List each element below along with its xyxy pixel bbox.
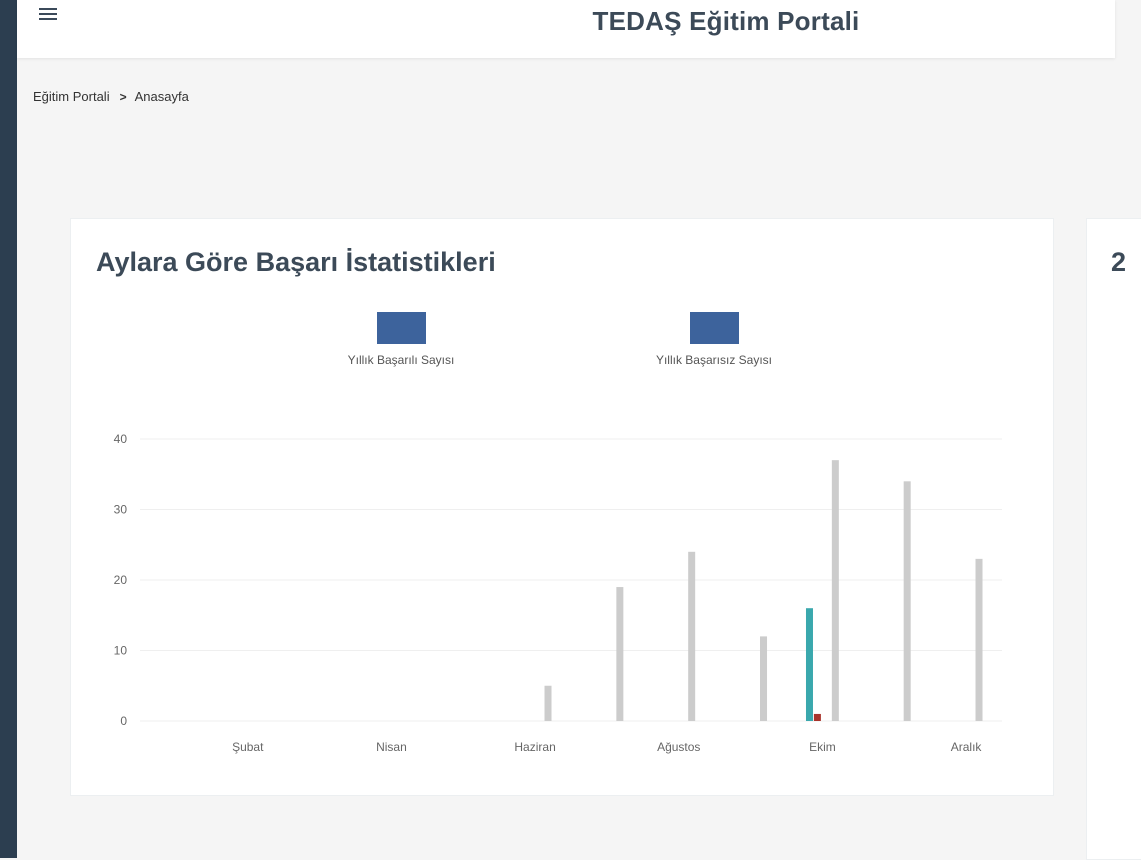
x-tick-label: Ekim <box>809 740 836 754</box>
breadcrumb-current: Anasayfa <box>134 89 189 104</box>
x-tick-label: Ağustos <box>657 740 700 754</box>
x-tick-label: Şubat <box>232 740 264 754</box>
breadcrumb-root-link[interactable]: Eğitim Portali <box>33 89 110 104</box>
sidebar-strip <box>0 0 17 700</box>
sidebar-strip-lower <box>0 700 17 858</box>
secondary-card: 2 <box>1086 218 1141 860</box>
bar <box>813 713 821 721</box>
breadcrumb-separator-icon: > <box>119 90 127 104</box>
bar <box>805 608 813 721</box>
success-stats-card: Aylara Göre Başarı İstatistikleri Yıllık… <box>70 218 1054 796</box>
bar <box>903 481 911 721</box>
bar-chart: 0 10 20 30 40 Şubat Nisan Haziran Ağustos Ekim Ara… <box>114 432 1002 754</box>
y-tick-label: 0 <box>120 714 127 728</box>
x-tick-label: Haziran <box>514 740 555 754</box>
bar <box>616 587 624 721</box>
bar <box>544 685 552 721</box>
x-tick-label: Nisan <box>376 740 407 754</box>
bar <box>831 460 839 721</box>
y-tick-label: 20 <box>114 573 128 587</box>
breadcrumb: Eğitim Portali > Anasayfa <box>33 89 189 104</box>
y-tick-label: 10 <box>114 644 128 658</box>
secondary-card-title: 2 <box>1111 247 1127 277</box>
bar <box>760 636 768 721</box>
y-tick-label: 30 <box>114 503 128 517</box>
top-bar: TEDAŞ Eğitim Portali <box>17 0 1115 58</box>
y-tick-label: 40 <box>114 432 128 446</box>
bar <box>975 558 983 721</box>
bar <box>688 551 696 721</box>
x-tick-label: Aralık <box>951 740 983 754</box>
app-title: TEDAŞ Eğitim Portali <box>592 6 860 36</box>
